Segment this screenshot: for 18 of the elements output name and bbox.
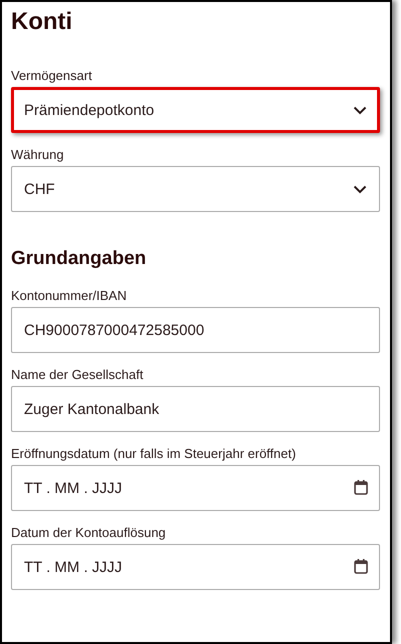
field-label: Eröffnungsdatum (nur falls im Steuerjahr eröffnet)	[11, 446, 297, 461]
field-label: Datum der Kontoauflösung	[11, 525, 167, 540]
section-heading: Grundangaben	[11, 248, 148, 270]
field-label: Kontonummer/IBAN	[11, 288, 128, 303]
field-label: Vermögensart	[11, 68, 93, 83]
select-field[interactable]: CHF	[11, 166, 380, 212]
input-field[interactable]: CH9000787000472585000	[11, 307, 380, 353]
chevron-down-icon	[353, 184, 367, 194]
section-heading: Konti	[11, 8, 74, 36]
field-label: Währung	[11, 147, 65, 162]
input-field[interactable]: Zuger Kantonalbank	[11, 386, 380, 432]
field-label: Name der Gesellschaft	[11, 367, 144, 382]
select-field[interactable]: Prämiendepotkonto	[11, 87, 380, 133]
chevron-down-icon	[353, 106, 367, 114]
calendar-icon	[354, 480, 368, 495]
date-field[interactable]: TT . MM . JJJJ	[11, 465, 380, 511]
calendar-icon	[354, 559, 368, 574]
date-field[interactable]: TT . MM . JJJJ	[11, 544, 380, 590]
